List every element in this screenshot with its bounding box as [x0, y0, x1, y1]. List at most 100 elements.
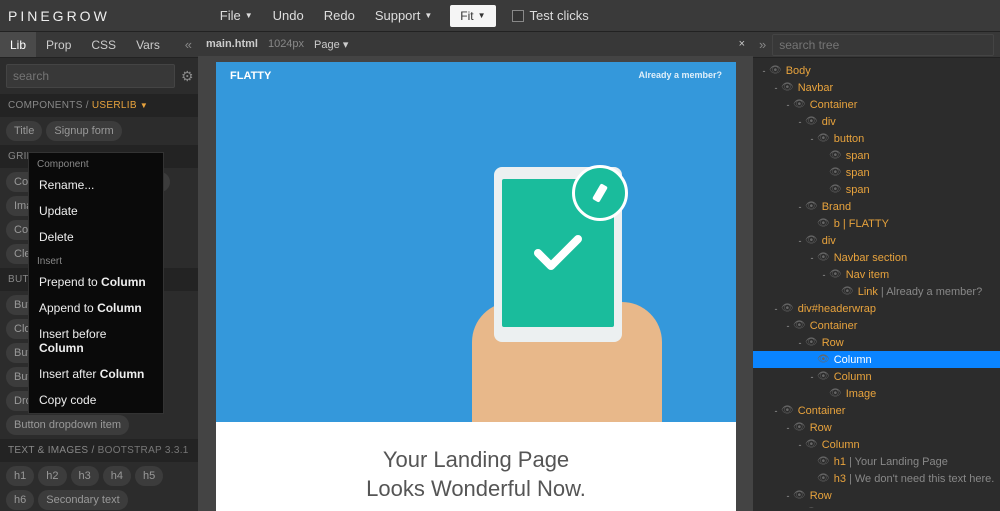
tree-row[interactable]: -👁Container — [753, 317, 1000, 334]
eye-icon[interactable]: 👁 — [793, 490, 806, 501]
tree-row[interactable]: 👁span — [753, 181, 1000, 198]
tree-search-input[interactable] — [772, 34, 994, 56]
member-link[interactable]: Already a member? — [638, 70, 722, 82]
tree-toggle-icon[interactable]: - — [795, 117, 805, 127]
ctx-append[interactable]: Append to Column — [29, 295, 163, 321]
component-pill[interactable]: Signup form — [46, 121, 121, 141]
menu-redo[interactable]: Redo — [314, 8, 365, 23]
tree-toggle-icon[interactable]: - — [795, 508, 805, 509]
tree-toggle-icon[interactable]: - — [783, 100, 793, 110]
eye-icon[interactable]: 👁 — [829, 167, 842, 178]
eye-icon[interactable]: 👁 — [817, 473, 830, 484]
tree-row[interactable]: -👁Body — [753, 62, 1000, 79]
tree-toggle-icon[interactable]: - — [771, 83, 781, 93]
section-components[interactable]: COMPONENTS / USERLIB ▼ — [0, 94, 198, 117]
tree-row[interactable]: -👁Row — [753, 334, 1000, 351]
tree-row[interactable]: 👁h1 | Your Landing Page — [753, 453, 1000, 470]
tree-row[interactable]: 👁span — [753, 164, 1000, 181]
menu-file[interactable]: File▼ — [210, 8, 263, 23]
canvas-width[interactable]: 1024px — [268, 38, 304, 50]
canvas-page-menu[interactable]: Page ▾ — [314, 38, 348, 51]
tree-row[interactable]: 👁b | FLATTY — [753, 215, 1000, 232]
tree-toggle-icon[interactable]: - — [783, 321, 793, 331]
lib-search-input[interactable] — [6, 64, 175, 88]
eye-icon[interactable]: 👁 — [793, 320, 806, 331]
eye-icon[interactable]: 👁 — [781, 82, 794, 93]
ctx-delete[interactable]: Delete — [29, 224, 163, 250]
tree-row[interactable]: -👁Brand — [753, 198, 1000, 215]
tree-toggle-icon[interactable]: - — [807, 253, 817, 263]
canvas-file[interactable]: main.html — [206, 38, 258, 50]
tree-toggle-icon[interactable]: - — [759, 66, 769, 76]
tree-row[interactable]: 👁h3 | We don't need this text here. — [753, 470, 1000, 487]
component-pill[interactable]: Button dropdown item — [6, 415, 129, 435]
tree-row[interactable]: -👁Column — [753, 504, 1000, 508]
ctx-update[interactable]: Update — [29, 198, 163, 224]
tree-row[interactable]: -👁Navbar — [753, 79, 1000, 96]
eye-icon[interactable]: 👁 — [805, 337, 818, 348]
tab-lib[interactable]: Lib — [0, 32, 36, 57]
ctx-rename[interactable]: Rename... — [29, 172, 163, 198]
eye-icon[interactable]: 👁 — [817, 218, 830, 229]
tree-toggle-icon[interactable]: - — [807, 134, 817, 144]
component-pill[interactable]: h6 — [6, 490, 34, 510]
tree-toggle-icon[interactable]: - — [795, 440, 805, 450]
eye-icon[interactable]: 👁 — [829, 269, 842, 280]
eye-icon[interactable]: 👁 — [829, 388, 842, 399]
eye-icon[interactable]: 👁 — [817, 133, 830, 144]
close-icon[interactable]: × — [739, 38, 745, 50]
eye-icon[interactable]: 👁 — [793, 422, 806, 433]
tree-toggle-icon[interactable]: - — [783, 491, 793, 501]
component-pill[interactable]: h4 — [103, 466, 131, 486]
eye-icon[interactable]: 👁 — [817, 252, 830, 263]
eye-icon[interactable]: 👁 — [805, 116, 818, 127]
eye-icon[interactable]: 👁 — [817, 354, 830, 365]
tree-row[interactable]: 👁Image — [753, 385, 1000, 402]
ctx-before[interactable]: Insert before Column — [29, 321, 163, 361]
eye-icon[interactable]: 👁 — [829, 184, 842, 195]
tree-row[interactable]: -👁Column — [753, 436, 1000, 453]
tree-row[interactable]: -👁Column — [753, 368, 1000, 385]
tree-row[interactable]: -👁div — [753, 232, 1000, 249]
component-pill[interactable]: h5 — [135, 466, 163, 486]
tree-row[interactable]: -👁Nav item — [753, 266, 1000, 283]
eye-icon[interactable]: 👁 — [805, 507, 818, 508]
ctx-prepend[interactable]: Prepend to Column — [29, 269, 163, 295]
tree-toggle-icon[interactable]: - — [771, 406, 781, 416]
component-pill[interactable]: h1 — [6, 466, 34, 486]
component-pill[interactable]: Title — [6, 121, 42, 141]
tree-row[interactable]: 👁Column — [753, 351, 1000, 368]
eye-icon[interactable]: 👁 — [805, 201, 818, 212]
eye-icon[interactable]: 👁 — [769, 65, 782, 76]
component-pill[interactable]: Secondary text — [38, 490, 127, 510]
fit-button[interactable]: Fit▼ — [450, 5, 495, 27]
tree-toggle-icon[interactable]: - — [795, 236, 805, 246]
eye-icon[interactable]: 👁 — [781, 405, 794, 416]
eye-icon[interactable]: 👁 — [817, 456, 830, 467]
tree-row[interactable]: 👁Link | Already a member? — [753, 283, 1000, 300]
eye-icon[interactable]: 👁 — [805, 439, 818, 450]
tree-toggle-icon[interactable]: - — [783, 423, 793, 433]
eye-icon[interactable]: 👁 — [817, 371, 830, 382]
canvas-preview[interactable]: FLATTY Already a member? Your Landing Pa… — [216, 62, 736, 511]
tree-row[interactable]: -👁Container — [753, 402, 1000, 419]
test-clicks-toggle[interactable]: Test clicks — [512, 8, 589, 23]
tab-css[interactable]: CSS — [81, 32, 126, 57]
ctx-copy[interactable]: Copy code — [29, 387, 163, 413]
eye-icon[interactable]: 👁 — [793, 99, 806, 110]
section-text[interactable]: TEXT & IMAGES / BOOTSTRAP 3.3.1 — [0, 439, 198, 462]
component-pill[interactable]: h3 — [71, 466, 99, 486]
tree-row[interactable]: -👁div#headerwrap — [753, 300, 1000, 317]
eye-icon[interactable]: 👁 — [805, 235, 818, 246]
component-pill[interactable]: h2 — [38, 466, 66, 486]
tree-row[interactable]: -👁Navbar section — [753, 249, 1000, 266]
tree-toggle-icon[interactable]: - — [795, 338, 805, 348]
tab-prop[interactable]: Prop — [36, 32, 81, 57]
gear-icon[interactable]: ⚙ — [181, 68, 194, 85]
eye-icon[interactable]: 👁 — [781, 303, 794, 314]
expand-right-icon[interactable]: » — [759, 37, 766, 52]
collapse-left-icon[interactable]: « — [185, 37, 192, 52]
tree-toggle-icon[interactable]: - — [795, 202, 805, 212]
tree-row[interactable]: -👁div — [753, 113, 1000, 130]
tree-toggle-icon[interactable]: - — [819, 270, 829, 280]
